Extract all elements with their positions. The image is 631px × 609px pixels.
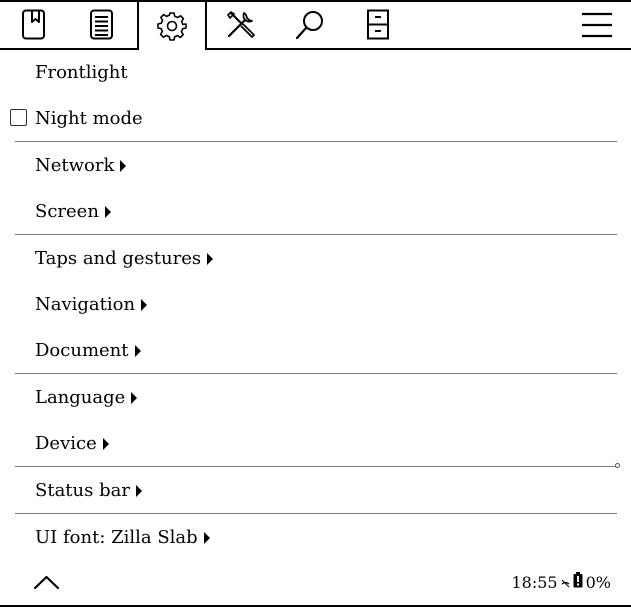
submenu-arrow-icon xyxy=(203,532,210,544)
tab-search[interactable] xyxy=(276,2,344,48)
battery-percent: 0% xyxy=(585,572,611,592)
menu-item-ui-font[interactable]: UI font: Zilla Slab xyxy=(35,527,210,549)
tab-filemanager[interactable] xyxy=(344,2,412,48)
menu-item-device[interactable]: Device xyxy=(35,433,109,455)
menu-item-screen[interactable]: Screen xyxy=(35,201,111,223)
tab-settings[interactable] xyxy=(137,0,207,50)
top-tab-bar xyxy=(0,0,631,51)
wifi-off-icon xyxy=(561,573,570,592)
submenu-arrow-icon xyxy=(135,485,142,497)
submenu-arrow-icon xyxy=(102,438,109,450)
night-mode-checkbox[interactable] xyxy=(10,109,27,126)
tab-bookmarks[interactable] xyxy=(0,2,68,48)
divider xyxy=(15,234,617,235)
divider xyxy=(15,141,617,142)
tab-main-menu[interactable] xyxy=(563,2,631,48)
submenu-arrow-icon xyxy=(141,299,148,311)
divider xyxy=(15,513,617,514)
menu-item-label: Screen xyxy=(35,201,99,222)
submenu-arrow-icon xyxy=(120,160,127,172)
submenu-arrow-icon xyxy=(131,392,138,404)
menu-item-label: Document xyxy=(35,340,129,361)
filing-cabinet-icon xyxy=(366,9,390,41)
menu-item-label: Taps and gestures xyxy=(35,248,202,269)
gear-icon xyxy=(157,11,187,41)
battery-alert-icon xyxy=(573,572,583,592)
menu-item-label: Language xyxy=(35,387,126,408)
tab-table-of-contents[interactable] xyxy=(68,2,136,48)
menu-item-label: Navigation xyxy=(35,294,136,315)
divider xyxy=(15,373,617,374)
menu-item-label: Night mode xyxy=(35,108,143,129)
tab-tools[interactable] xyxy=(207,2,275,48)
bottom-border xyxy=(0,605,631,607)
menu-item-night-mode[interactable]: Night mode xyxy=(35,108,143,130)
bookmark-icon xyxy=(21,9,47,41)
menu-item-document[interactable]: Document xyxy=(35,340,141,362)
submenu-arrow-icon xyxy=(207,253,214,265)
menu-item-status-bar[interactable]: Status bar xyxy=(35,480,142,502)
menu-item-network[interactable]: Network xyxy=(35,155,127,177)
menu-item-language[interactable]: Language xyxy=(35,387,138,409)
hamburger-menu-icon xyxy=(581,11,613,39)
menu-item-label: Device xyxy=(35,433,97,454)
menu-item-label: Network xyxy=(35,155,115,176)
menu-item-label: UI font: Zilla Slab xyxy=(35,527,198,548)
document-list-icon xyxy=(89,9,115,41)
menu-item-frontlight[interactable]: Frontlight xyxy=(35,62,128,84)
up-chevron-icon[interactable] xyxy=(33,573,60,591)
status-bar: 18:55 0% xyxy=(511,571,611,593)
menu-item-navigation[interactable]: Navigation xyxy=(35,294,148,316)
submenu-arrow-icon xyxy=(104,206,111,218)
menu-item-label: Status bar xyxy=(35,480,130,501)
menu-item-taps-and-gestures[interactable]: Taps and gestures xyxy=(35,248,214,270)
clock-time: 18:55 xyxy=(511,572,558,592)
search-icon xyxy=(294,9,326,41)
tools-icon xyxy=(225,9,257,41)
menu-item-label: Frontlight xyxy=(35,62,128,83)
tab-bar-bottom-border xyxy=(0,48,631,50)
submenu-arrow-icon xyxy=(134,345,141,357)
divider xyxy=(15,466,617,467)
scroll-indicator xyxy=(615,463,620,468)
